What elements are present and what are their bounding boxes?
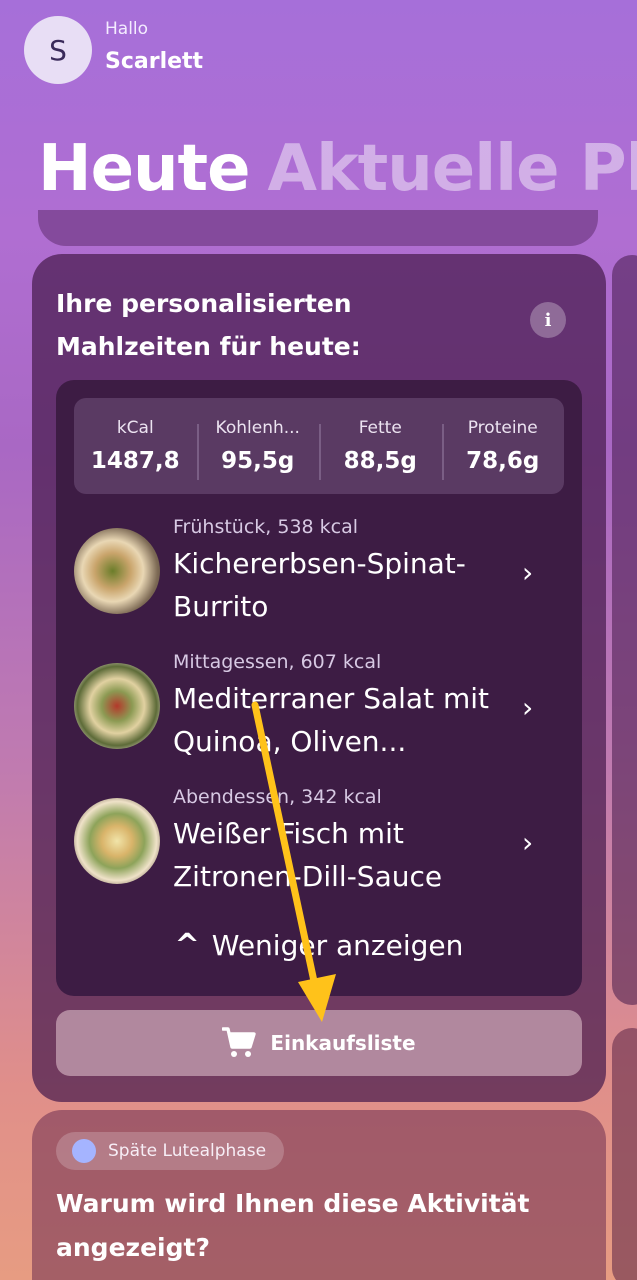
previous-card-edge [38,210,598,246]
stat-label: Kohlenh... [215,418,300,438]
chevron-right-icon: › [522,556,534,589]
stat-kcal: kCal 1487,8 [74,418,197,474]
meal-title: Mediterraner Salat mit Quinoa, Oliven... [173,682,489,758]
cart-icon [222,1027,257,1057]
phase-label: Späte Lutealphase [108,1141,267,1161]
meal-item-dinner[interactable]: Abendessen, 342 kcal Weißer Fisch mit Zi… [74,778,564,898]
stat-carbs: Kohlenh... 95,5g [196,418,320,480]
meal-image [74,798,160,884]
meals-card: Ihre personalisierten Mahlzeiten für heu… [32,254,606,1102]
stat-label: Fette [358,418,402,438]
show-less-label: Weniger anzeigen [211,929,464,962]
chevron-right-icon: › [522,826,534,859]
meal-meta: Mittagessen, 607 kcal [173,651,382,673]
meal-title: Weißer Fisch mit Zitronen-Dill-Sauce [173,817,443,893]
stat-fat: Fette 88,5g [319,418,442,480]
page-title: HeuteAktuelle Pho [38,132,637,206]
meal-item-breakfast[interactable]: Frühstück, 538 kcal Kichererbsen-Spinat-… [74,508,564,628]
header: S Hallo Scarlett [24,16,203,84]
stat-protein: Proteine 78,6g [441,418,565,480]
meal-image [74,663,160,749]
stat-value: 78,6g [466,448,540,474]
info-icon[interactable]: i [530,302,566,338]
meals-panel: kCal 1487,8 Kohlenh... 95,5g Fette 88,5g… [56,380,582,996]
meal-image [74,528,160,614]
stat-value: 95,5g [221,448,295,474]
user-name: Scarlett [105,48,204,74]
tab-heute[interactable]: Heute [38,132,251,206]
meal-meta: Abendessen, 342 kcal [173,786,382,808]
shopping-list-label: Einkaufsliste [270,1031,416,1055]
activity-question: Warum wird Ihnen diese Aktivität angezei… [56,1189,530,1262]
shopping-list-button[interactable]: Einkaufsliste [56,1010,582,1076]
meal-meta: Frühstück, 538 kcal [173,516,359,538]
stat-value: 1487,8 [90,448,180,474]
next-card-peek-lower[interactable] [612,1028,637,1280]
meal-item-lunch[interactable]: Mittagessen, 607 kcal Mediterraner Salat… [74,643,564,763]
activity-card: Späte Lutealphase Warum wird Ihnen diese… [32,1110,606,1280]
show-less-button[interactable]: ^ Weniger anzeigen [56,928,582,963]
phase-dot-icon [72,1139,96,1163]
greeting-text: Hallo [105,18,149,39]
stat-label: kCal [116,418,154,438]
chevron-up-icon: ^ [174,928,200,963]
phase-badge: Späte Lutealphase [56,1132,285,1170]
avatar[interactable]: S [24,16,92,84]
next-card-peek[interactable] [612,255,637,1005]
greeting-block: Hallo Scarlett [105,19,203,74]
chevron-right-icon: › [522,691,534,724]
stat-label: Proteine [467,418,538,438]
tab-aktuelle-phase[interactable]: Aktuelle Pho [268,132,637,206]
meal-title: Kichererbsen-Spinat-Burrito [173,547,466,623]
stat-value: 88,5g [343,448,417,474]
nutrition-summary: kCal 1487,8 Kohlenh... 95,5g Fette 88,5g… [74,398,564,494]
meals-heading: Ihre personalisierten Mahlzeiten für heu… [56,289,361,361]
